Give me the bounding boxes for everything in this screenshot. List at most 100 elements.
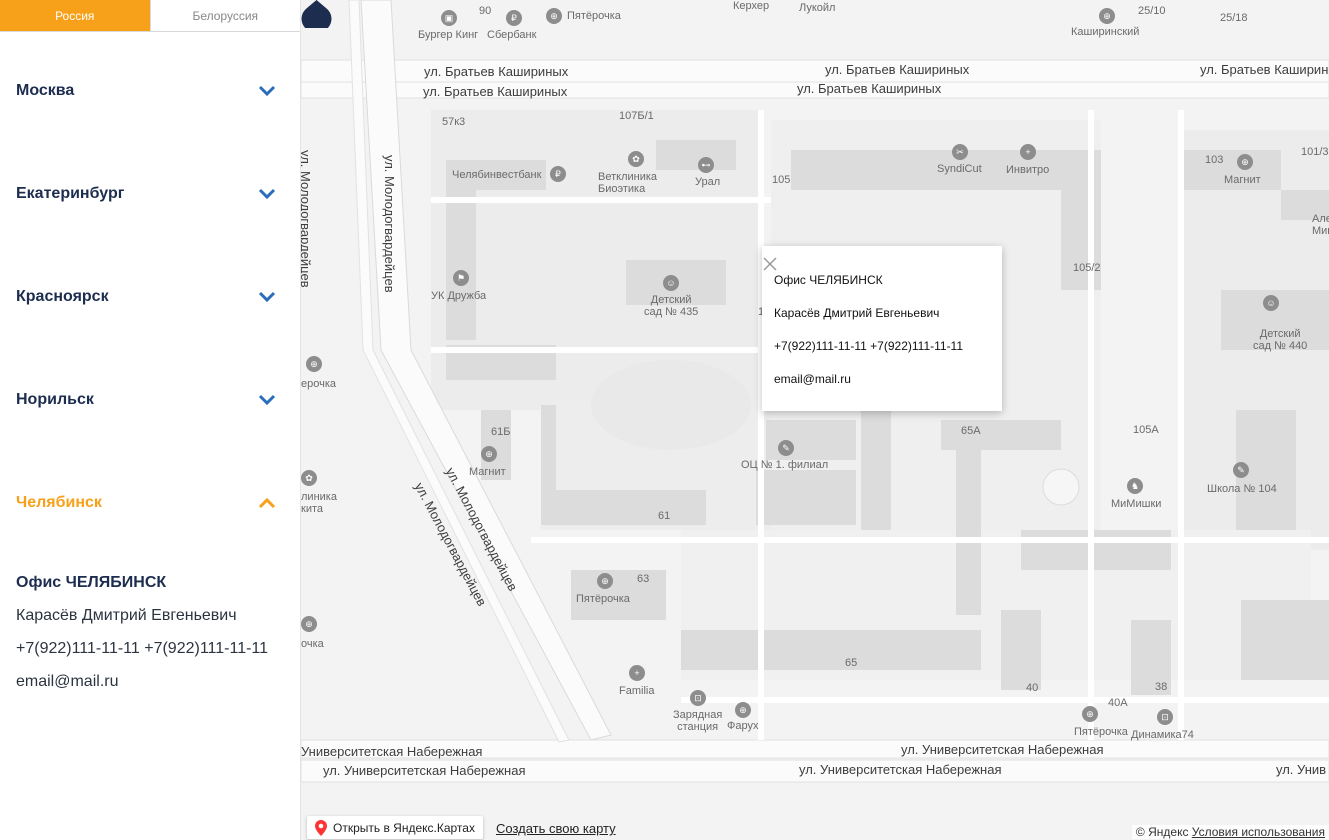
- gym-icon[interactable]: ⊷: [698, 157, 714, 173]
- shopping-cart-icon[interactable]: ⊕: [1099, 8, 1115, 24]
- horse-icon[interactable]: ♞: [1127, 478, 1143, 494]
- popup-email: email@mail.ru: [774, 372, 851, 386]
- house-number: 25/10: [1138, 5, 1166, 17]
- shopping-cart-icon[interactable]: ⊕: [546, 8, 562, 24]
- car-icon[interactable]: ⊡: [1157, 709, 1173, 725]
- place-label: Але Микр: [1312, 213, 1329, 237]
- shopping-cart-icon[interactable]: ⊕: [735, 702, 751, 718]
- place-label: линика кита: [301, 491, 337, 515]
- city-name: Норильск: [16, 391, 94, 408]
- chevron-down-icon: [258, 394, 276, 406]
- place-label: Детский сад № 440: [1253, 328, 1308, 352]
- place-label: Ветклиника Биоэтика: [598, 171, 658, 195]
- medical-cross-icon[interactable]: +: [1020, 144, 1036, 160]
- house-number: 90: [479, 5, 492, 17]
- street-label: ул. Университетская Набережная: [901, 742, 1104, 757]
- map-pin-icon: [315, 820, 327, 836]
- place-label: Инвитро: [1006, 164, 1050, 176]
- chevron-up-icon: [258, 497, 276, 509]
- open-in-yandex-maps-button[interactable]: Открыть в Яндекс.Картах: [307, 816, 483, 839]
- sidebar: Россия Белоруссия Москва Екатеринбург Кр…: [0, 0, 301, 840]
- school-icon[interactable]: ✎: [1233, 462, 1249, 478]
- medical-cross-icon[interactable]: +: [629, 665, 645, 681]
- place-label: Керхер: [733, 0, 770, 12]
- place-label: Бургер Кинг: [418, 29, 479, 41]
- street-label: ул. Унив: [1276, 762, 1327, 777]
- street-label: ул. Молодогвардейцев: [301, 150, 313, 288]
- place-label: Школа № 104: [1207, 483, 1277, 495]
- city-item-ekaterinburg[interactable]: Екатеринбург: [16, 174, 276, 214]
- create-map-link[interactable]: Создать свою карту: [496, 821, 616, 836]
- office-person: Карасёв Дмитрий Евгеньевич: [16, 607, 237, 624]
- office-phones: +7(922)111-11-11 +7(922)111-11-11: [16, 640, 269, 657]
- city-name: Екатеринбург: [16, 185, 125, 202]
- house-number: 40: [1026, 682, 1039, 694]
- city-item-norilsk[interactable]: Норильск: [16, 380, 276, 420]
- house-number: 38: [1155, 681, 1168, 693]
- street-label: ул. Братьев Каширины: [1200, 62, 1329, 77]
- paw-icon[interactable]: ✿: [628, 151, 644, 167]
- place-label: Пятёрочка: [1074, 726, 1128, 738]
- street-label: ул. Братьев Кашириных: [797, 81, 942, 96]
- place-label: Familia: [619, 685, 655, 697]
- place-label: Лукойл: [799, 2, 836, 14]
- shopping-cart-icon[interactable]: ⊕: [1237, 154, 1253, 170]
- chevron-down-icon: [258, 291, 276, 303]
- terms-link[interactable]: Условия использования: [1192, 825, 1325, 839]
- place-label: Зарядная станция: [673, 709, 723, 733]
- scissors-icon[interactable]: ✂: [952, 144, 968, 160]
- house-number: 61Б: [491, 426, 511, 438]
- city-item-krasnoyarsk[interactable]: Красноярск: [16, 277, 276, 317]
- shopping-cart-icon[interactable]: ⊕: [597, 573, 613, 589]
- shopping-cart-icon[interactable]: ⊕: [301, 616, 317, 632]
- place-label: ерочка: [301, 378, 337, 390]
- place-label: SyndiCut: [937, 163, 982, 175]
- place-label: очка: [301, 638, 324, 650]
- house-number: 65А: [961, 425, 981, 437]
- city-item-moscow[interactable]: Москва: [16, 71, 276, 111]
- shopping-cart-icon[interactable]: ⊕: [481, 446, 497, 462]
- car-icon[interactable]: ⊡: [690, 690, 706, 706]
- tab-russia[interactable]: Россия: [0, 0, 150, 31]
- popup-person: Карасёв Дмитрий Евгеньевич: [774, 306, 940, 320]
- close-icon[interactable]: [762, 256, 778, 272]
- place-label: Магнит: [469, 466, 506, 478]
- place-label: УК Дружба: [431, 290, 487, 302]
- office-details: Офис ЧЕЛЯБИНСК Карасёв Дмитрий Евгеньеви…: [16, 574, 296, 697]
- street-label: ул. Молодогвардейцев: [382, 155, 397, 293]
- office-title: Офис ЧЕЛЯБИНСК: [16, 574, 167, 591]
- place-label: МиМишки: [1111, 498, 1162, 510]
- shopping-cart-icon[interactable]: ⊕: [1082, 706, 1098, 722]
- house-number: 65: [845, 657, 858, 669]
- place-label: Челябинвестбанк: [452, 169, 542, 181]
- map[interactable]: ул. Братьев Кашириных ул. Братьев Кашири…: [301, 0, 1329, 840]
- school-icon[interactable]: ✎: [778, 440, 794, 456]
- place-label: Пятёрочка: [576, 593, 630, 605]
- house-number: 105/2: [1073, 262, 1101, 274]
- bank-icon[interactable]: ₽: [550, 166, 566, 182]
- chevron-down-icon: [258, 85, 276, 97]
- kindergarten-icon[interactable]: ☺: [663, 275, 679, 291]
- street-label: ул. Братьев Кашириных: [825, 62, 970, 77]
- office-marker[interactable]: [301, 0, 332, 28]
- map-footer: Открыть в Яндекс.Картах Создать свою кар…: [301, 815, 1329, 840]
- city-item-chelyabinsk[interactable]: Челябинск: [16, 483, 276, 523]
- place-label: Сбербанк: [487, 29, 537, 41]
- shopping-cart-icon[interactable]: ⊕: [306, 356, 322, 372]
- copyright: © Яндекс Условия использования: [1131, 825, 1329, 839]
- flag-icon[interactable]: ⚑: [453, 270, 469, 286]
- tab-belarus[interactable]: Белоруссия: [149, 0, 300, 31]
- house-number: 101/3: [1301, 146, 1329, 158]
- house-number: 107Б/1: [619, 110, 654, 122]
- city-name: Красноярск: [16, 288, 109, 305]
- place-label: Пятёрочка: [567, 10, 621, 22]
- street-label: Университетская Набережная: [301, 744, 483, 759]
- popup-phones: +7(922)111-11-11 +7(922)111-11-11: [774, 339, 964, 353]
- paw-icon[interactable]: ✿: [301, 470, 317, 486]
- street-label: ул. Братьев Кашириных: [424, 64, 569, 79]
- kindergarten-icon[interactable]: ☺: [1263, 295, 1279, 311]
- street-label: ул. Братьев Кашириных: [423, 84, 568, 99]
- burger-icon[interactable]: ▣: [441, 10, 457, 26]
- popup-title: Офис ЧЕЛЯБИНСК: [774, 273, 883, 287]
- bank-icon[interactable]: ₽: [506, 10, 522, 26]
